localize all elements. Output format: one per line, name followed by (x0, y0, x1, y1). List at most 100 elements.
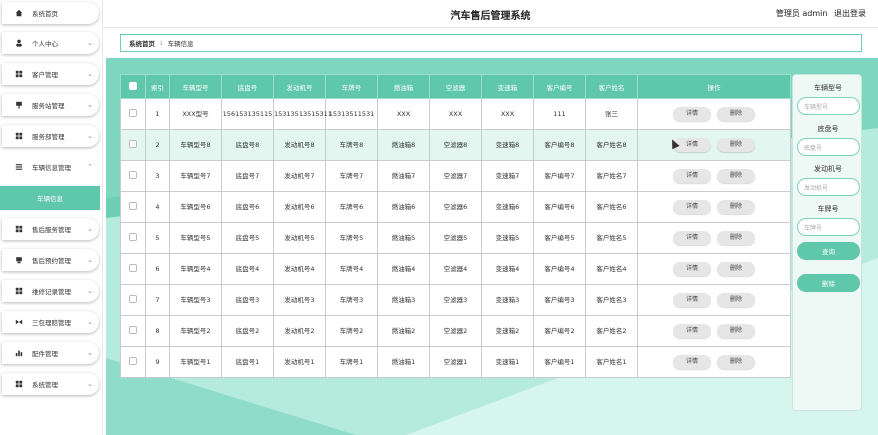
chevron-down-icon: ⌄ (87, 256, 93, 264)
row-select-cell[interactable] (120, 346, 146, 378)
detail-button[interactable]: 详情 (673, 262, 711, 276)
chevron-down-icon: ⌄ (87, 225, 93, 233)
row-select-cell[interactable] (120, 284, 146, 316)
sidebar-item-5[interactable]: 车辆信息管理 ⌃ (2, 156, 99, 178)
column-header: 客户编号 (533, 74, 586, 99)
detail-button[interactable]: 详情 (673, 169, 711, 183)
row-checkbox[interactable] (129, 294, 137, 303)
chevron-down-icon: ⌄ (87, 349, 93, 357)
row-checkbox[interactable] (129, 201, 137, 210)
detail-button[interactable]: 详情 (673, 293, 711, 307)
table-cell: 客户编号2 (533, 315, 586, 347)
actions-cell: 详情 删除 (637, 284, 791, 316)
search-input-model[interactable]: 车辆型号 (797, 97, 860, 115)
table-cell: 客户姓名2 (585, 315, 638, 347)
row-select-cell[interactable] (120, 315, 146, 347)
table-row[interactable]: 5 车辆型号5 底盘号5 发动机号5 车牌号5 燃油箱5 空滤器5 变速箱5 客户编号5 客户姓名… (120, 222, 791, 254)
table-row[interactable]: 2 车辆型号8 底盘号8 发动机号8 车牌号8 燃油箱8 空滤器8 变速箱8 客户编号8 客户姓名… (120, 129, 791, 161)
table-cell: 车辆型号1 (169, 346, 222, 378)
search-input-engine[interactable]: 发动机号 (797, 178, 860, 196)
list-icon (8, 163, 30, 171)
table-row[interactable]: 6 车辆型号4 底盘号4 发动机号4 车牌号4 燃油箱4 空滤器4 变速箱4 客户编号4 客户姓名… (120, 253, 791, 285)
logout-link[interactable]: 退出登录 (834, 9, 866, 18)
sidebar-item-6[interactable]: 售后服务管理 ⌄ (2, 218, 99, 240)
row-checkbox[interactable] (129, 263, 137, 272)
row-select-cell[interactable] (120, 129, 146, 161)
row-select-cell[interactable] (120, 98, 146, 130)
table-cell: 车辆型号8 (169, 129, 222, 161)
detail-button[interactable]: 详情 (673, 324, 711, 338)
delete-button[interactable]: 删除 (717, 138, 755, 152)
delete-button[interactable]: 删除 (717, 107, 755, 121)
table-cell: 客户编号6 (533, 191, 586, 223)
breadcrumb: 系统首页 ፤ 车辆信息 (120, 34, 862, 52)
sidebar-item-0[interactable]: 系统首页 (2, 2, 99, 24)
delete-button[interactable]: 删除 (717, 200, 755, 214)
delete-button[interactable]: 删除 (717, 231, 755, 245)
column-header: 操作 (637, 74, 791, 99)
chevron-up-icon: ⌃ (87, 163, 93, 171)
row-select-cell[interactable] (120, 191, 146, 223)
select-all-cell[interactable] (120, 74, 146, 99)
table-row[interactable]: 3 车辆型号7 底盘号7 发动机号7 车牌号7 燃油箱7 空滤器7 变速箱7 客户编号7 客户姓名… (120, 160, 791, 192)
table-row[interactable]: 4 车辆型号6 底盘号6 发动机号6 车牌号6 燃油箱6 空滤器6 变速箱6 客户编号6 客户姓名… (120, 191, 791, 223)
row-checkbox[interactable] (129, 139, 137, 148)
sidebar: 系统首页个人中心 ⌄ 客户管理 ⌄ 服务站管理 ⌄ 服务部管理 ⌄ 车辆信息管理 ⌃ 售后服务管理 ⌄… (0, 0, 103, 435)
table-cell: 变速箱3 (481, 284, 534, 316)
table-row[interactable]: 9 车辆型号1 底盘号1 发动机号1 车牌号1 燃油箱1 空滤器1 变速箱1 客户编号1 客户姓名… (120, 346, 791, 378)
table-cell: 车辆型号2 (169, 315, 222, 347)
row-select-cell[interactable] (120, 160, 146, 192)
sidebar-item-11[interactable]: 系统管理 ⌄ (2, 373, 99, 395)
table-cell: 客户编号4 (533, 253, 586, 285)
select-all-checkbox[interactable] (129, 81, 137, 90)
table-cell: 客户编号5 (533, 222, 586, 254)
delete-button[interactable]: 删除 (717, 355, 755, 369)
breadcrumb-home[interactable]: 系统首页 (129, 38, 155, 48)
search-input-plate[interactable]: 车牌号 (797, 218, 860, 236)
sidebar-item-4[interactable]: 服务部管理 ⌄ (2, 125, 99, 147)
table-cell: 燃油箱3 (377, 284, 430, 316)
sidebar-item-9[interactable]: 三包理赔管理 ⌄ (2, 311, 99, 333)
sidebar-subitem-vehicle-info[interactable]: 车辆信息 (0, 186, 100, 210)
table-row[interactable]: 8 车辆型号2 底盘号2 发动机号2 车牌号2 燃油箱2 空滤器2 变速箱2 客户编号2 客户姓名… (120, 315, 791, 347)
detail-button[interactable]: 详情 (673, 107, 711, 121)
chevron-down-icon: ⌄ (87, 132, 93, 140)
sidebar-item-8[interactable]: 维修记录管理 ⌄ (2, 280, 99, 302)
table-cell: 6 (145, 253, 170, 285)
search-input-chassis[interactable]: 底盘号 (797, 138, 860, 156)
column-header: 车牌号 (325, 74, 378, 99)
sidebar-item-7[interactable]: 售后预约管理 ⌄ (2, 249, 99, 271)
delete-button[interactable]: 删除 (717, 169, 755, 183)
table-row[interactable]: 7 车辆型号3 底盘号3 发动机号3 车牌号3 燃油箱3 空滤器3 变速箱3 客户编号3 客户姓名… (120, 284, 791, 316)
table-cell: 发动机号4 (273, 253, 326, 285)
row-checkbox[interactable] (129, 170, 137, 179)
table-cell: 空滤器6 (429, 191, 482, 223)
sidebar-item-10[interactable]: 配件管理 ⌄ (2, 342, 99, 364)
detail-button[interactable]: 详情 (673, 231, 711, 245)
row-checkbox[interactable] (129, 232, 137, 241)
batch-delete-button[interactable]: 删除 (797, 274, 860, 292)
detail-button[interactable]: 详情 (673, 200, 711, 214)
table-cell: 1 (145, 98, 170, 130)
row-checkbox[interactable] (129, 108, 137, 117)
grid-icon (8, 287, 30, 295)
delete-button[interactable]: 删除 (717, 262, 755, 276)
row-checkbox[interactable] (129, 356, 137, 365)
sidebar-item-3[interactable]: 服务站管理 ⌄ (2, 94, 99, 116)
detail-button[interactable]: 详情 (673, 355, 711, 369)
sidebar-item-label: 配件管理 (32, 350, 58, 358)
sidebar-item-1[interactable]: 个人中心 ⌄ (2, 32, 99, 54)
delete-button[interactable]: 删除 (717, 293, 755, 307)
sidebar-item-2[interactable]: 客户管理 ⌄ (2, 63, 99, 85)
row-checkbox[interactable] (129, 325, 137, 334)
sidebar-item-label: 维修记录管理 (32, 288, 71, 296)
user-icon (8, 39, 30, 47)
delete-button[interactable]: 删除 (717, 324, 755, 338)
row-select-cell[interactable] (120, 253, 146, 285)
table-cell: 车牌号6 (325, 191, 378, 223)
table-row[interactable]: 1 XXX型号 156153135115 15313513515311 15313511… (120, 98, 791, 130)
chevron-down-icon: ⌄ (87, 39, 93, 47)
grid-icon (8, 132, 30, 140)
row-select-cell[interactable] (120, 222, 146, 254)
search-button[interactable]: 查询 (797, 242, 860, 260)
